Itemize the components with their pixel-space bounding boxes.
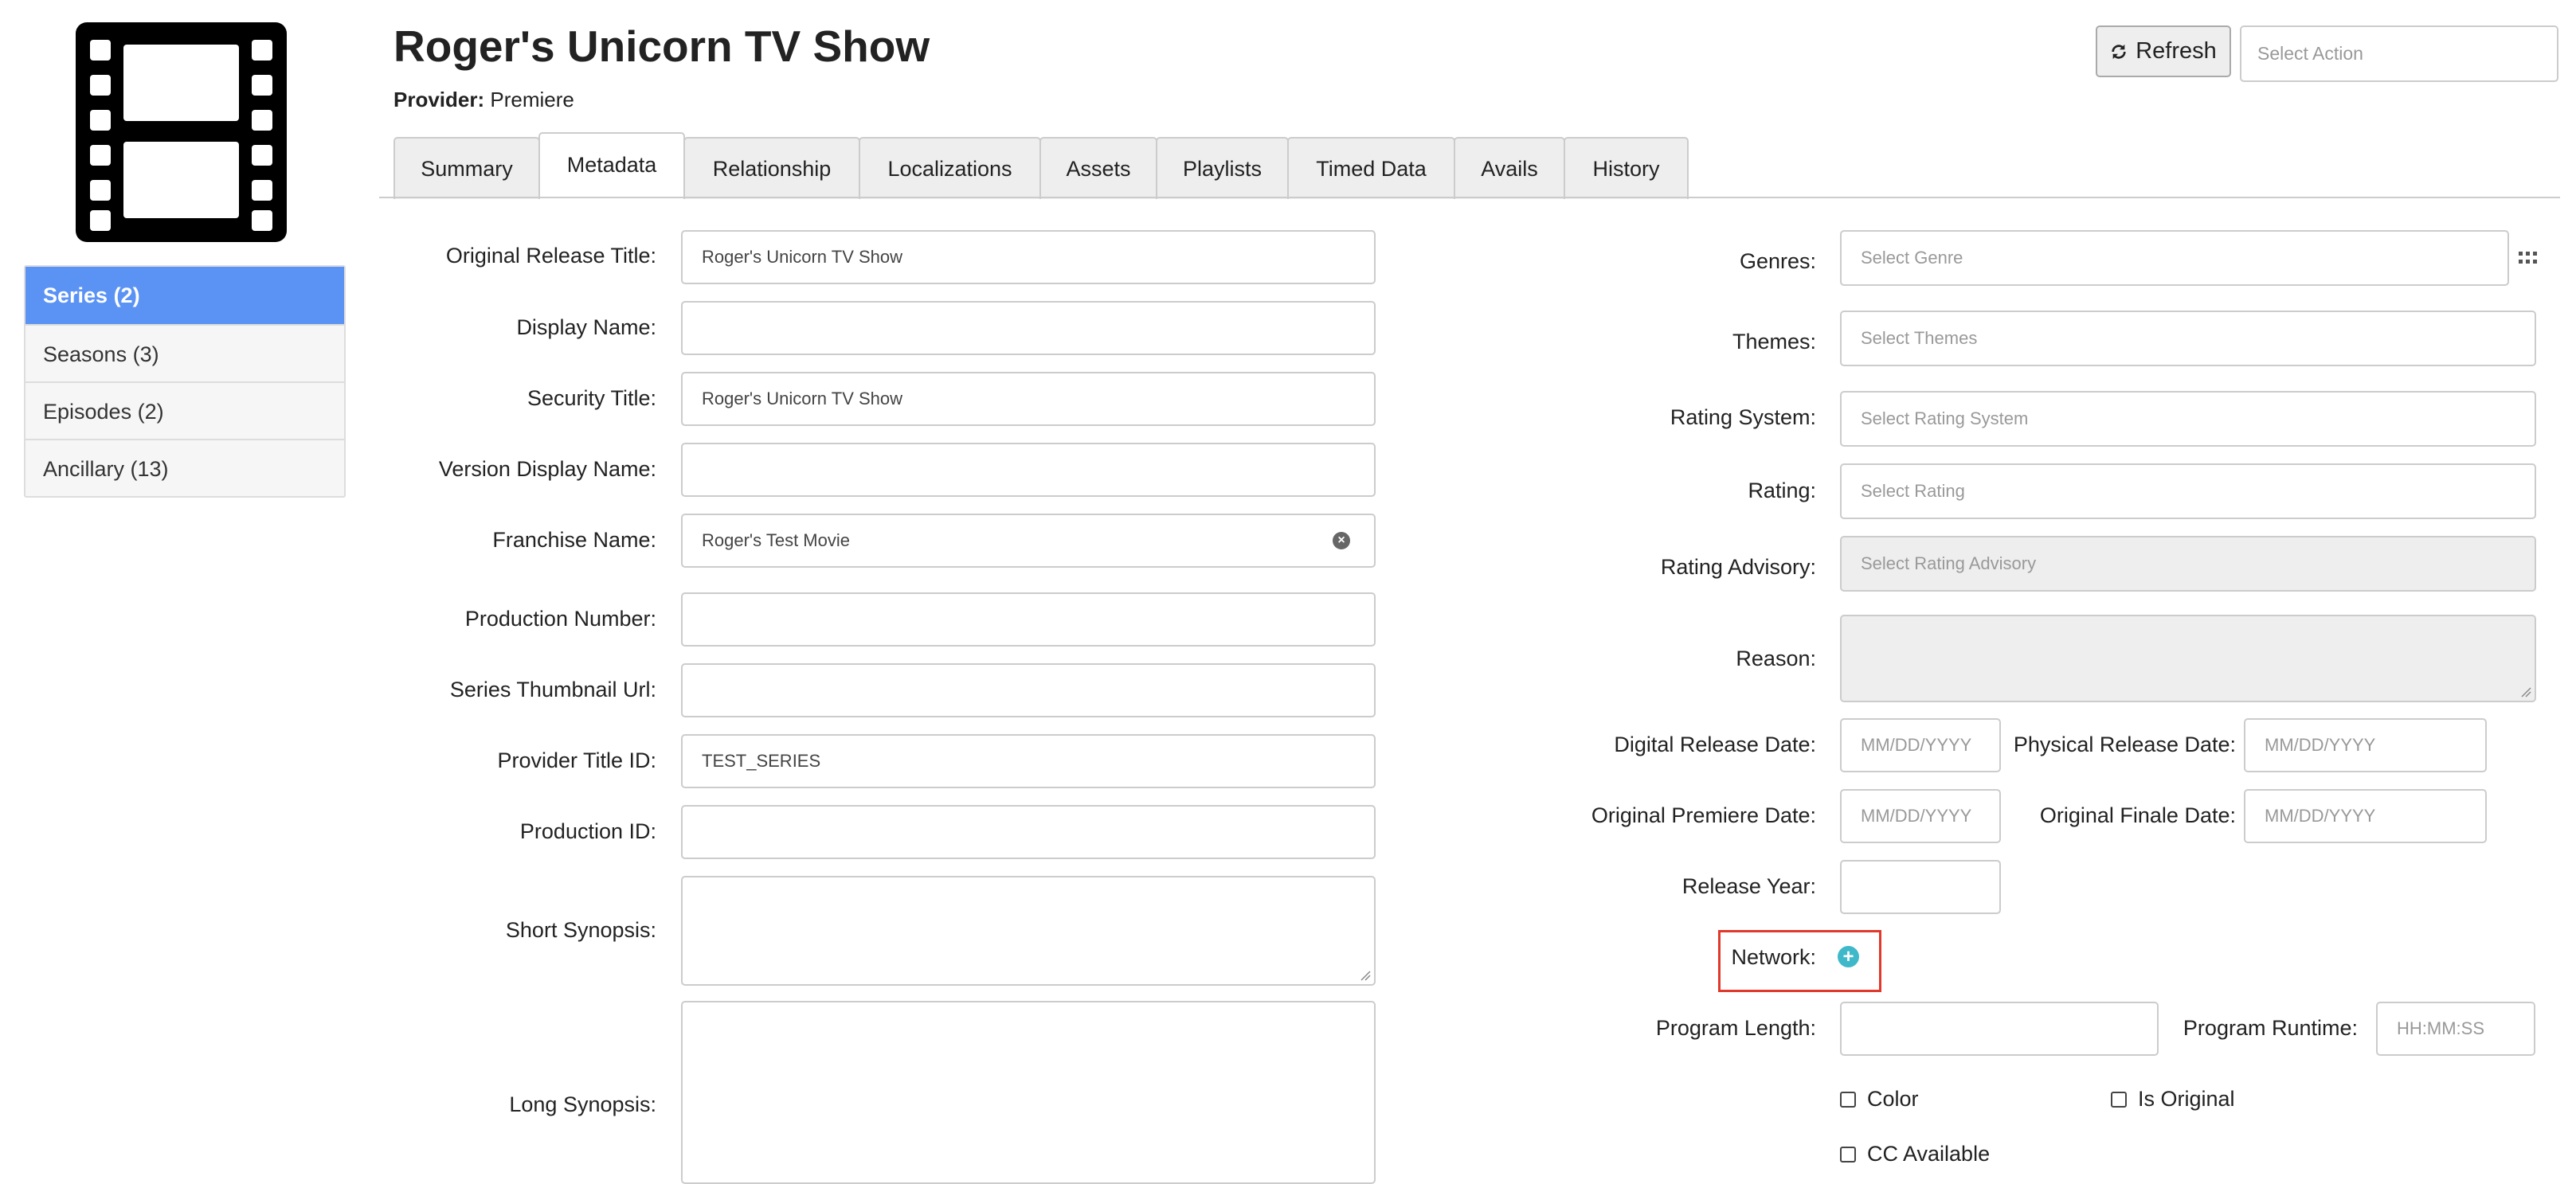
sidebar-item-episodes[interactable]: Episodes (2)	[25, 381, 344, 439]
digital-release-date-label: Digital Release Date:	[1614, 733, 1816, 756]
resize-handle-icon[interactable]	[2520, 686, 2531, 698]
program-runtime-label: Program Runtime:	[2183, 1016, 2358, 1040]
provider-title-id-label: Provider Title ID:	[497, 748, 656, 772]
version-display-name-input[interactable]	[681, 443, 1376, 497]
rating-system-select[interactable]: Select Rating System	[1840, 391, 2536, 447]
tab-avails[interactable]: Avails	[1454, 137, 1565, 199]
tab-playlists[interactable]: Playlists	[1156, 137, 1289, 199]
long-synopsis-textarea[interactable]	[681, 1001, 1376, 1184]
short-synopsis-label: Short Synopsis:	[505, 918, 656, 942]
page-title: Roger's Unicorn TV Show	[393, 21, 930, 71]
refresh-button[interactable]: Refresh	[2096, 25, 2231, 77]
action-select[interactable]: Select Action	[2240, 25, 2558, 82]
physical-release-date-label: Physical Release Date:	[2013, 733, 2236, 756]
release-year-input[interactable]	[1840, 860, 2001, 914]
plus-circle-icon[interactable]: +	[1838, 946, 1859, 967]
sidebar-item-series[interactable]: Series (2)	[25, 267, 344, 324]
reason-textarea[interactable]	[1840, 615, 2536, 702]
program-length-input[interactable]	[1840, 1002, 2159, 1056]
series-thumbnail-url-input[interactable]	[681, 663, 1376, 717]
grid-icon[interactable]	[2519, 252, 2538, 266]
cc-available-checkbox-row[interactable]: CC Available	[1840, 1142, 1990, 1166]
production-number-label: Production Number:	[464, 607, 656, 631]
tab-relationship[interactable]: Relationship	[683, 137, 860, 199]
physical-release-date-input[interactable]: MM/DD/YYYY	[2244, 718, 2487, 772]
release-year-label: Release Year:	[1681, 874, 1816, 898]
franchise-name-value: Roger's Test Movie	[702, 530, 850, 550]
is-original-checkbox-label: Is Original	[2138, 1087, 2235, 1111]
version-display-name-label: Version Display Name:	[438, 457, 656, 481]
display-name-input[interactable]	[681, 301, 1376, 355]
genres-select[interactable]: Select Genre	[1840, 230, 2509, 286]
provider-info: Provider: Premiere	[393, 88, 574, 112]
provider-label: Provider:	[393, 88, 485, 111]
tab-assets[interactable]: Assets	[1039, 137, 1157, 199]
display-name-label: Display Name:	[516, 315, 656, 339]
sidebar-nav: Series (2) Seasons (3) Episodes (2) Anci…	[24, 265, 346, 498]
provider-value: Premiere	[490, 88, 574, 111]
reason-label: Reason:	[1736, 647, 1816, 670]
tab-bar: Summary Metadata Relationship Localizati…	[393, 132, 1689, 199]
color-checkbox-row[interactable]: Color	[1840, 1087, 1919, 1112]
color-checkbox[interactable]	[1840, 1091, 1856, 1108]
cc-available-checkbox[interactable]	[1840, 1146, 1856, 1163]
rating-advisory-select[interactable]: Select Rating Advisory	[1840, 536, 2536, 592]
original-release-title-input[interactable]: Roger's Unicorn TV Show	[681, 230, 1376, 284]
is-original-checkbox-row[interactable]: Is Original	[2111, 1087, 2235, 1112]
rating-label: Rating:	[1748, 479, 1816, 502]
color-checkbox-label: Color	[1867, 1087, 1919, 1111]
tab-summary[interactable]: Summary	[393, 137, 540, 199]
security-title-input[interactable]: Roger's Unicorn TV Show	[681, 372, 1376, 426]
tab-metadata[interactable]: Metadata	[538, 132, 685, 196]
program-runtime-input[interactable]: HH:MM:SS	[2376, 1002, 2535, 1056]
production-id-label: Production ID:	[519, 819, 656, 843]
tab-timed-data[interactable]: Timed Data	[1287, 137, 1455, 199]
themes-label: Themes:	[1732, 330, 1816, 354]
rating-system-label: Rating System:	[1670, 405, 1816, 429]
short-synopsis-textarea[interactable]	[681, 876, 1376, 986]
production-id-input[interactable]	[681, 805, 1376, 859]
tab-history[interactable]: History	[1564, 137, 1689, 199]
film-strip-icon	[76, 22, 287, 242]
sidebar-item-ancillary[interactable]: Ancillary (13)	[25, 439, 344, 496]
provider-title-id-input[interactable]: TEST_SERIES	[681, 734, 1376, 788]
rating-advisory-label: Rating Advisory:	[1660, 555, 1816, 579]
production-number-input[interactable]	[681, 592, 1376, 647]
genres-label: Genres:	[1739, 249, 1816, 273]
franchise-name-select[interactable]: Roger's Test Movie ×	[681, 514, 1376, 568]
themes-select[interactable]: Select Themes	[1840, 311, 2536, 366]
original-finale-date-input[interactable]: MM/DD/YYYY	[2244, 789, 2487, 843]
clear-icon[interactable]: ×	[1333, 532, 1350, 549]
is-original-checkbox[interactable]	[2111, 1091, 2127, 1108]
cc-available-checkbox-label: CC Available	[1867, 1142, 1991, 1166]
series-thumbnail-url-label: Series Thumbnail Url:	[449, 678, 656, 701]
franchise-name-label: Franchise Name:	[492, 528, 656, 552]
tab-divider	[379, 197, 2560, 198]
security-title-label: Security Title:	[527, 386, 656, 410]
refresh-icon	[2112, 44, 2126, 59]
original-premiere-date-input[interactable]: MM/DD/YYYY	[1840, 789, 2001, 843]
digital-release-date-input[interactable]: MM/DD/YYYY	[1840, 718, 2001, 772]
original-release-title-label: Original Release Title:	[445, 244, 656, 268]
original-premiere-date-label: Original Premiere Date:	[1591, 803, 1816, 827]
network-label: Network:	[1731, 945, 1816, 969]
original-finale-date-label: Original Finale Date:	[2039, 803, 2236, 827]
rating-select[interactable]: Select Rating	[1840, 463, 2536, 519]
resize-handle-icon[interactable]	[1360, 970, 1371, 981]
tab-localizations[interactable]: Localizations	[859, 137, 1041, 199]
program-length-label: Program Length:	[1655, 1016, 1816, 1040]
long-synopsis-label: Long Synopsis:	[509, 1092, 656, 1116]
refresh-label: Refresh	[2136, 38, 2217, 64]
sidebar-item-seasons[interactable]: Seasons (3)	[25, 324, 344, 381]
